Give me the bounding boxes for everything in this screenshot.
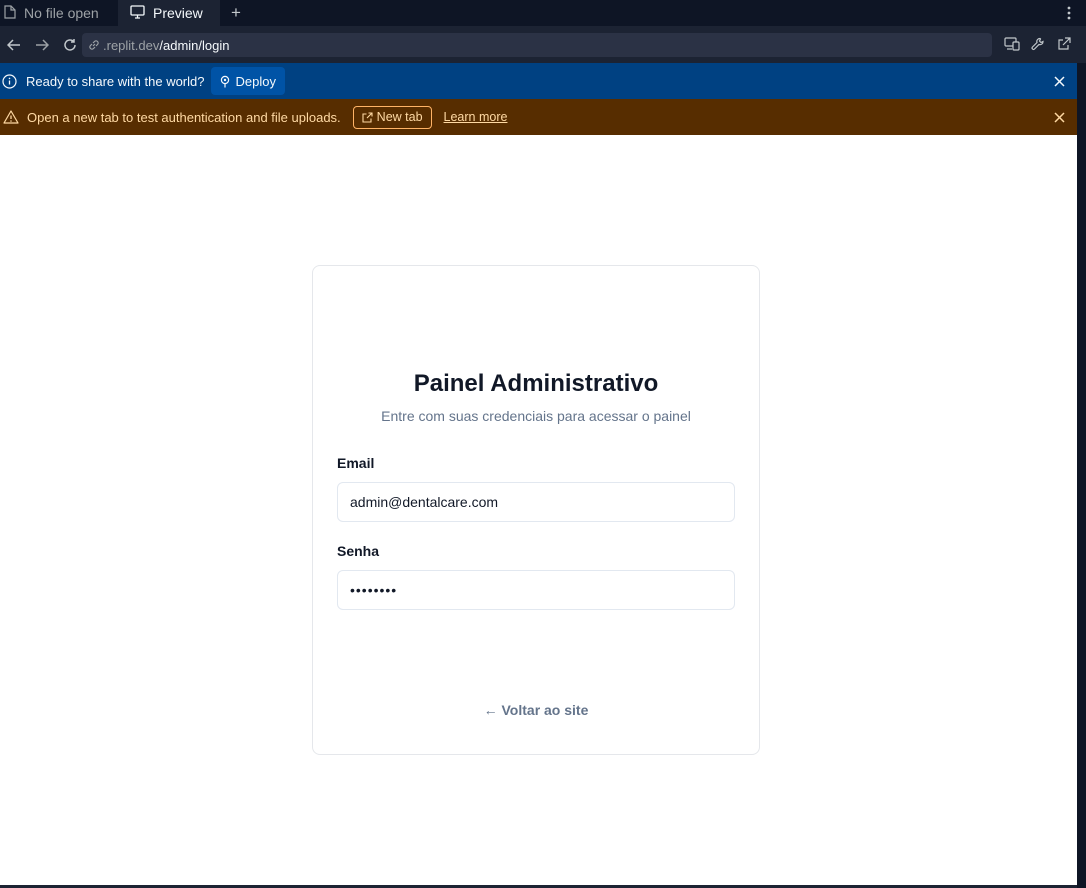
- add-tab-button[interactable]: +: [220, 0, 252, 26]
- deploy-button[interactable]: Deploy: [211, 67, 285, 95]
- external-link-icon: [362, 111, 373, 123]
- external-link-icon[interactable]: [1054, 32, 1074, 56]
- email-field[interactable]: [337, 482, 735, 522]
- preview-page: Painel Administrativo Entre com suas cre…: [0, 135, 1077, 885]
- page-title: Painel Administrativo: [413, 370, 659, 397]
- info-icon: [2, 73, 20, 89]
- email-label: Email: [337, 455, 375, 471]
- tab-bar: No file open Preview +: [0, 0, 1086, 26]
- devices-icon[interactable]: [1002, 32, 1022, 56]
- tab-no-file[interactable]: No file open: [0, 0, 118, 26]
- ide-preview-window: No file open Preview + .replit.dev /admi…: [0, 0, 1086, 888]
- tab-label: No file open: [24, 5, 99, 21]
- url-path: /admin/login: [159, 37, 230, 53]
- url-bar: .replit.dev/admin/login: [0, 26, 1086, 63]
- learn-more-link[interactable]: Learn more: [444, 110, 508, 124]
- close-icon[interactable]: [1051, 73, 1067, 89]
- link-icon: [88, 39, 100, 51]
- address-field[interactable]: .replit.dev/admin/login: [82, 33, 992, 57]
- deploy-banner: Ready to share with the world? Deploy: [0, 63, 1077, 99]
- reload-icon[interactable]: [56, 31, 84, 59]
- password-field[interactable]: [337, 570, 735, 610]
- wrench-icon[interactable]: [1028, 32, 1048, 56]
- back-to-site-link[interactable]: ← Voltar ao site: [313, 702, 759, 718]
- more-options-icon[interactable]: [1052, 0, 1086, 26]
- warning-icon: [3, 110, 21, 124]
- login-card: Painel Administrativo Entre com suas cre…: [312, 265, 760, 755]
- scrollbar[interactable]: [1077, 63, 1086, 888]
- page-subtitle: Entre com suas credenciais para acessar …: [381, 408, 691, 424]
- password-label: Senha: [337, 543, 380, 559]
- auth-warning-banner: Open a new tab to test authentication an…: [0, 99, 1077, 135]
- auth-warning-text: Open a new tab to test authentication an…: [27, 109, 341, 125]
- deploy-button-label: Deploy: [235, 73, 276, 89]
- back-arrow-icon[interactable]: [0, 31, 28, 59]
- forward-arrow-icon[interactable]: [28, 31, 56, 59]
- new-tab-label: New tab: [376, 110, 423, 124]
- close-icon[interactable]: [1051, 109, 1067, 125]
- tab-label: Preview: [153, 5, 203, 21]
- deploy-icon: [220, 75, 230, 88]
- file-icon: [4, 4, 16, 22]
- monitor-icon: [130, 4, 145, 22]
- tab-preview[interactable]: Preview: [118, 0, 220, 26]
- deploy-banner-text: Ready to share with the world?: [26, 73, 205, 89]
- url-actions: [1002, 32, 1074, 56]
- url-host: .replit.dev: [103, 37, 160, 53]
- new-tab-button[interactable]: New tab: [352, 105, 432, 129]
